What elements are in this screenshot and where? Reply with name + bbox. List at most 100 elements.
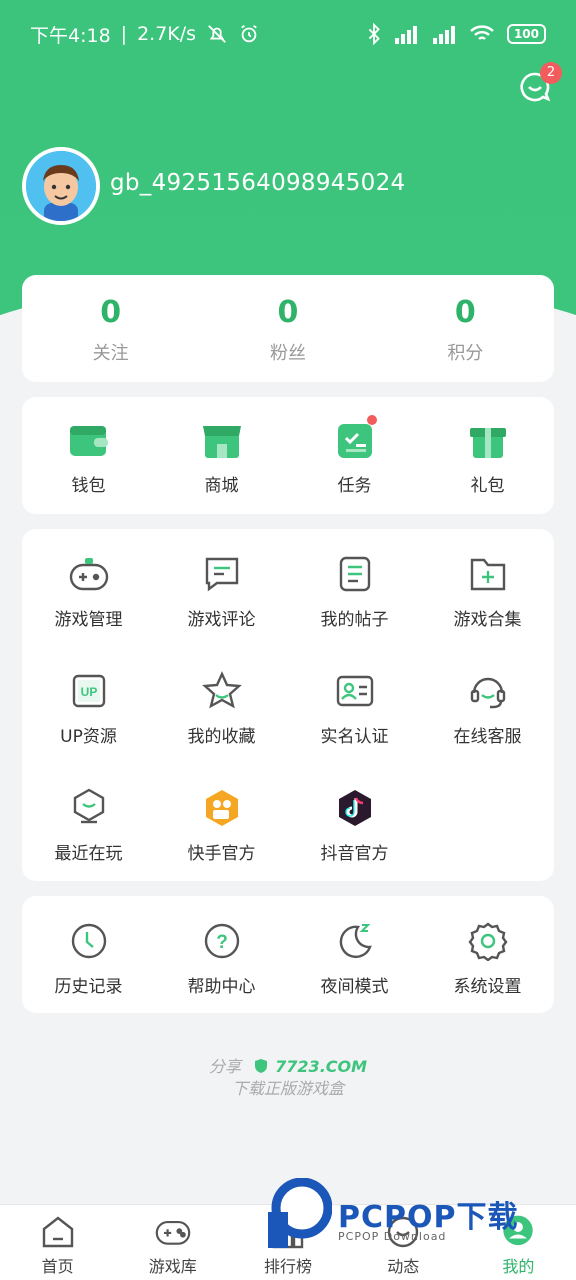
shop-label: 商城 xyxy=(204,476,239,496)
stat-label: 积分 xyxy=(447,343,484,364)
tool-label: 游戏合集 xyxy=(453,610,522,630)
system-settings-button[interactable]: 系统设置 xyxy=(421,896,554,997)
task-button[interactable]: 任务 xyxy=(288,397,421,496)
task-icon xyxy=(334,419,376,461)
wallet-button[interactable]: 钱包 xyxy=(22,397,155,496)
settings-card: 历史记录 ? 帮助中心 夜间模式 系统设置 xyxy=(22,896,554,1013)
tool-label: 我的收藏 xyxy=(187,727,256,747)
nav-ranking[interactable]: 排行榜 xyxy=(230,1205,345,1280)
signal-icon xyxy=(394,26,417,44)
kuaishou-icon xyxy=(201,787,243,829)
nav-profile[interactable]: 我的 xyxy=(461,1205,576,1280)
nav-label: 排行榜 xyxy=(264,1257,313,1276)
avatar[interactable] xyxy=(22,147,100,225)
battery-indicator: 100 xyxy=(506,24,546,44)
task-notification-dot xyxy=(367,415,377,425)
feed-icon xyxy=(385,1215,421,1249)
shield-logo-icon xyxy=(255,1059,268,1073)
network-speed: 2.7K/s xyxy=(137,23,197,45)
star-icon xyxy=(201,670,243,712)
stat-fans[interactable]: 0 粉丝 xyxy=(199,275,376,382)
kuaishou-official-button[interactable]: 快手官方 xyxy=(155,763,288,880)
misc-label: 夜间模式 xyxy=(320,977,389,997)
share-footer: 分享 7723.COM 下载正版游戏盒 xyxy=(0,1056,576,1100)
signal-icon-2 xyxy=(432,26,455,44)
wifi-icon xyxy=(470,25,494,40)
wallet-icon xyxy=(68,419,110,461)
bluetooth-icon xyxy=(368,23,380,45)
headset-icon xyxy=(467,670,509,712)
wallet-card: 钱包 商城 任务 礼包 xyxy=(22,397,554,514)
tool-label: 快手官方 xyxy=(187,844,256,864)
help-icon: ? xyxy=(201,920,243,962)
history-button[interactable]: 历史记录 xyxy=(22,896,155,997)
stat-value: 0 xyxy=(277,295,299,330)
stat-label: 粉丝 xyxy=(269,343,306,364)
avatar-image xyxy=(26,151,96,221)
help-icon-text: ? xyxy=(216,932,228,953)
shop-icon xyxy=(201,419,243,461)
tool-label: 游戏评论 xyxy=(187,610,256,630)
help-center-button[interactable]: ? 帮助中心 xyxy=(155,896,288,997)
nav-label: 首页 xyxy=(41,1257,74,1276)
nav-feed[interactable]: 动态 xyxy=(346,1205,461,1280)
home-icon xyxy=(40,1215,76,1249)
mute-icon xyxy=(208,25,226,43)
id-card-icon xyxy=(334,670,376,712)
misc-label: 帮助中心 xyxy=(187,977,256,997)
misc-label: 历史记录 xyxy=(54,977,123,997)
wallet-label: 钱包 xyxy=(71,476,106,496)
game-comment-button[interactable]: 游戏评论 xyxy=(155,529,288,646)
profile-icon xyxy=(500,1215,536,1249)
clock-icon xyxy=(68,920,110,962)
tool-label: 在线客服 xyxy=(453,727,522,747)
gift-button[interactable]: 礼包 xyxy=(421,397,554,496)
shop-button[interactable]: 商城 xyxy=(155,397,288,496)
gamepad-icon xyxy=(68,553,110,595)
tool-label: UP资源 xyxy=(60,727,117,747)
nav-label: 我的 xyxy=(502,1257,535,1276)
stat-value: 0 xyxy=(100,295,122,330)
up-icon-text: UP xyxy=(80,685,97,699)
message-badge: 2 xyxy=(540,62,562,84)
nav-label: 动态 xyxy=(387,1257,420,1276)
recent-icon xyxy=(68,787,110,829)
tool-label: 我的帖子 xyxy=(320,610,389,630)
real-name-auth-button[interactable]: 实名认证 xyxy=(288,646,421,763)
alarm-icon xyxy=(241,24,257,43)
my-favorites-button[interactable]: 我的收藏 xyxy=(155,646,288,763)
tool-label: 实名认证 xyxy=(320,727,389,747)
my-posts-button[interactable]: 我的帖子 xyxy=(288,529,421,646)
douyin-official-button[interactable]: 抖音官方 xyxy=(288,763,421,880)
nav-label: 游戏库 xyxy=(148,1257,197,1276)
gear-icon xyxy=(467,920,509,962)
tools-card: 游戏管理 游戏评论 我的帖子 游戏合集 UP UP资源 我的收藏 实名认证 在线… xyxy=(22,529,554,881)
stats-card: 0 关注 0 粉丝 0 积分 xyxy=(22,275,554,382)
tool-label: 游戏管理 xyxy=(54,610,123,630)
up-resources-button[interactable]: UP UP资源 xyxy=(22,646,155,763)
stat-points[interactable]: 0 积分 xyxy=(377,275,554,382)
task-label: 任务 xyxy=(337,476,372,496)
username[interactable]: gb_49251564098945024 xyxy=(110,170,405,196)
stat-following[interactable]: 0 关注 xyxy=(22,275,199,382)
night-mode-button[interactable]: 夜间模式 xyxy=(288,896,421,997)
nav-home[interactable]: 首页 xyxy=(0,1205,115,1280)
misc-label: 系统设置 xyxy=(453,977,522,997)
gift-icon xyxy=(467,419,509,461)
gift-label: 礼包 xyxy=(470,476,505,496)
ranking-icon xyxy=(270,1215,306,1249)
game-collection-button[interactable]: 游戏合集 xyxy=(421,529,554,646)
stat-value: 0 xyxy=(454,295,476,330)
nav-game-library[interactable]: 游戏库 xyxy=(115,1205,230,1280)
recently-played-button[interactable]: 最近在玩 xyxy=(22,763,155,880)
game-management-button[interactable]: 游戏管理 xyxy=(22,529,155,646)
moon-icon xyxy=(334,920,376,962)
share-text[interactable]: 分享 xyxy=(209,1057,241,1076)
status-bar: 下午4:18 | 2.7K/s 100 xyxy=(30,18,546,50)
tool-label: 最近在玩 xyxy=(54,844,123,864)
comment-icon xyxy=(201,553,243,595)
online-support-button[interactable]: 在线客服 xyxy=(421,646,554,763)
douyin-icon xyxy=(334,787,376,829)
tool-label: 抖音官方 xyxy=(320,844,389,864)
up-icon: UP xyxy=(68,670,110,712)
